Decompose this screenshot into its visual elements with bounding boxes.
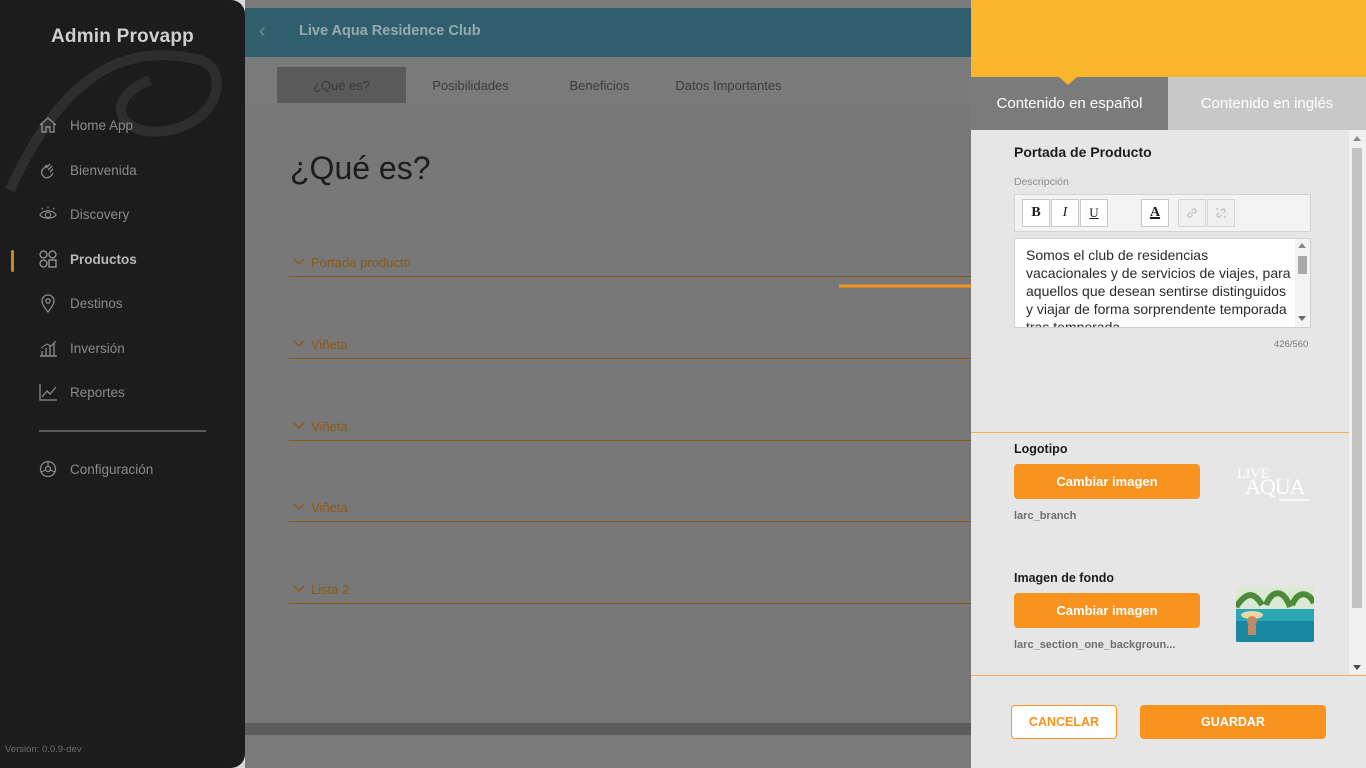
settings-icon	[38, 459, 58, 479]
sidebar-item-label: Productos	[70, 251, 137, 267]
tab-contenido-ingles[interactable]: Contenido en inglés	[1168, 77, 1366, 130]
save-button[interactable]: GUARDAR	[1140, 705, 1326, 739]
sidebar-item-configuracion[interactable]: Configuración	[38, 456, 153, 482]
logo-underline	[1279, 499, 1309, 501]
active-indicator	[11, 250, 14, 272]
scroll-up-icon[interactable]	[1353, 136, 1361, 141]
sidebar-item-label: Bienvenida	[70, 162, 137, 178]
cancel-button[interactable]: CANCELAR	[1011, 705, 1117, 739]
sidebar-item-bienvenida[interactable]: Bienvenida	[38, 157, 137, 183]
accordion-portada-producto[interactable]: Portada producto	[289, 255, 971, 277]
panel-header	[971, 0, 1366, 77]
change-logo-button[interactable]: Cambiar imagen	[1014, 464, 1200, 499]
chevron-down-icon	[293, 258, 305, 265]
horizontal-scrollbar[interactable]	[245, 723, 971, 735]
section-heading: ¿Qué es?	[290, 150, 431, 186]
edit-panel: Contenido en español Contenido en inglés…	[971, 0, 1366, 768]
panel-scrollbar[interactable]	[1349, 130, 1366, 675]
italic-button[interactable]: I	[1051, 199, 1079, 227]
version-label: Versión: 0.0.9-dev	[5, 744, 82, 755]
sidebar-divider	[39, 430, 206, 432]
editor-toolbar: B I U A	[1014, 194, 1311, 232]
eye-icon	[38, 204, 58, 224]
pointer-arrow-icon	[839, 278, 991, 294]
accordion-label: Viñeta	[311, 337, 348, 352]
description-editor[interactable]: Somos el club de residencias vacacionale…	[1014, 238, 1311, 328]
scroll-thumb[interactable]	[1352, 148, 1362, 608]
sidebar-item-label: Destinos	[70, 295, 123, 311]
link-icon	[1187, 208, 1197, 218]
sidebar-item-label: Discovery	[70, 206, 130, 222]
main-content: ‹ Live Aqua Residence Club ¿Qué es? Posi…	[245, 0, 971, 768]
bar-chart-icon	[38, 338, 58, 358]
section-title: Portada de Producto	[1014, 144, 1152, 160]
top-bar: ‹ Live Aqua Residence Club	[245, 8, 971, 57]
accordion-vineta[interactable]: Viñeta	[289, 337, 971, 359]
footer-divider	[971, 675, 1366, 676]
line-chart-icon	[38, 382, 58, 402]
sidebar-item-destinos[interactable]: Destinos	[38, 290, 123, 316]
tab-posibilidades[interactable]: Posibilidades	[406, 67, 535, 103]
background-file-name: larc_section_one_backgroun...	[1014, 639, 1176, 651]
logo-text-aqua: AQUA	[1245, 474, 1306, 499]
accordion-lista-2[interactable]: Lista 2	[289, 582, 971, 604]
back-arrow-icon[interactable]: ‹	[259, 20, 266, 43]
sidebar-item-productos[interactable]: Productos	[38, 246, 137, 272]
editor-scrollbar[interactable]	[1295, 239, 1310, 327]
font-color-button[interactable]: A	[1141, 199, 1169, 227]
sidebar-item-discovery[interactable]: Discovery	[38, 201, 129, 227]
underline-button[interactable]: U	[1080, 199, 1108, 227]
scroll-thumb[interactable]	[1298, 256, 1307, 274]
sidebar-item-reportes[interactable]: Reportes	[38, 379, 125, 405]
chevron-down-icon	[293, 422, 305, 429]
sidebar-item-label: Configuración	[70, 461, 154, 477]
background-image	[1236, 587, 1314, 642]
accordion-label: Viñeta	[311, 500, 348, 515]
sidebar-item-label: Home App	[70, 117, 134, 133]
description-text[interactable]: Somos el club de residencias vacacionale…	[1026, 246, 1291, 327]
unlink-icon	[1215, 207, 1227, 219]
chevron-down-icon	[293, 503, 305, 510]
content-panel	[245, 103, 971, 723]
description-label: Descripción	[1014, 176, 1069, 188]
accordion-label: Viñeta	[311, 419, 348, 434]
home-icon	[38, 115, 58, 135]
grid-icon	[38, 249, 58, 269]
sidebar-item-label: Inversión	[70, 340, 125, 356]
sidebar-item-inversion[interactable]: Inversión	[38, 335, 125, 361]
section-tabs: ¿Qué es? Posibilidades Beneficios Datos …	[277, 67, 793, 103]
tab-datos-importantes[interactable]: Datos Importantes	[664, 67, 793, 103]
accordion-label: Portada producto	[311, 255, 411, 270]
app-brand: Admin Provapp	[50, 26, 194, 47]
unlink-button[interactable]	[1207, 199, 1235, 227]
logo-preview: LIVE AQUA	[1235, 463, 1315, 505]
scroll-down-icon[interactable]	[1298, 316, 1306, 321]
scroll-down-icon[interactable]	[1353, 665, 1361, 670]
language-tabs: Contenido en español Contenido en inglés	[971, 77, 1366, 130]
tab-notch	[1059, 77, 1077, 85]
tab-que-es[interactable]: ¿Qué es?	[277, 67, 406, 103]
link-button[interactable]	[1178, 199, 1206, 227]
accordion-vineta[interactable]: Viñeta	[289, 500, 971, 522]
tab-beneficios[interactable]: Beneficios	[535, 67, 664, 103]
accordion-label: Lista 2	[311, 582, 350, 597]
character-counter: 426/560	[1274, 339, 1309, 350]
map-pin-icon	[38, 293, 58, 313]
background-preview	[1236, 587, 1314, 642]
scroll-up-icon[interactable]	[1298, 243, 1306, 248]
section-divider	[971, 432, 1349, 433]
bold-button[interactable]: B	[1022, 199, 1050, 227]
logo-file-name: larc_branch	[1014, 510, 1077, 522]
change-background-button[interactable]: Cambiar imagen	[1014, 593, 1200, 628]
sidebar: Admin Provapp Home App Bienvenida Discov…	[0, 0, 245, 768]
chevron-down-icon	[293, 340, 305, 347]
sidebar-item-home-app[interactable]: Home App	[38, 112, 133, 138]
sidebar-item-label: Reportes	[70, 384, 125, 400]
page-title: Live Aqua Residence Club	[299, 23, 481, 39]
background-title: Imagen de fondo	[1014, 571, 1114, 585]
wave-hand-icon	[38, 160, 58, 180]
chevron-down-icon	[293, 585, 305, 592]
logo-title: Logotipo	[1014, 442, 1068, 456]
accordion-vineta[interactable]: Viñeta	[289, 419, 971, 441]
